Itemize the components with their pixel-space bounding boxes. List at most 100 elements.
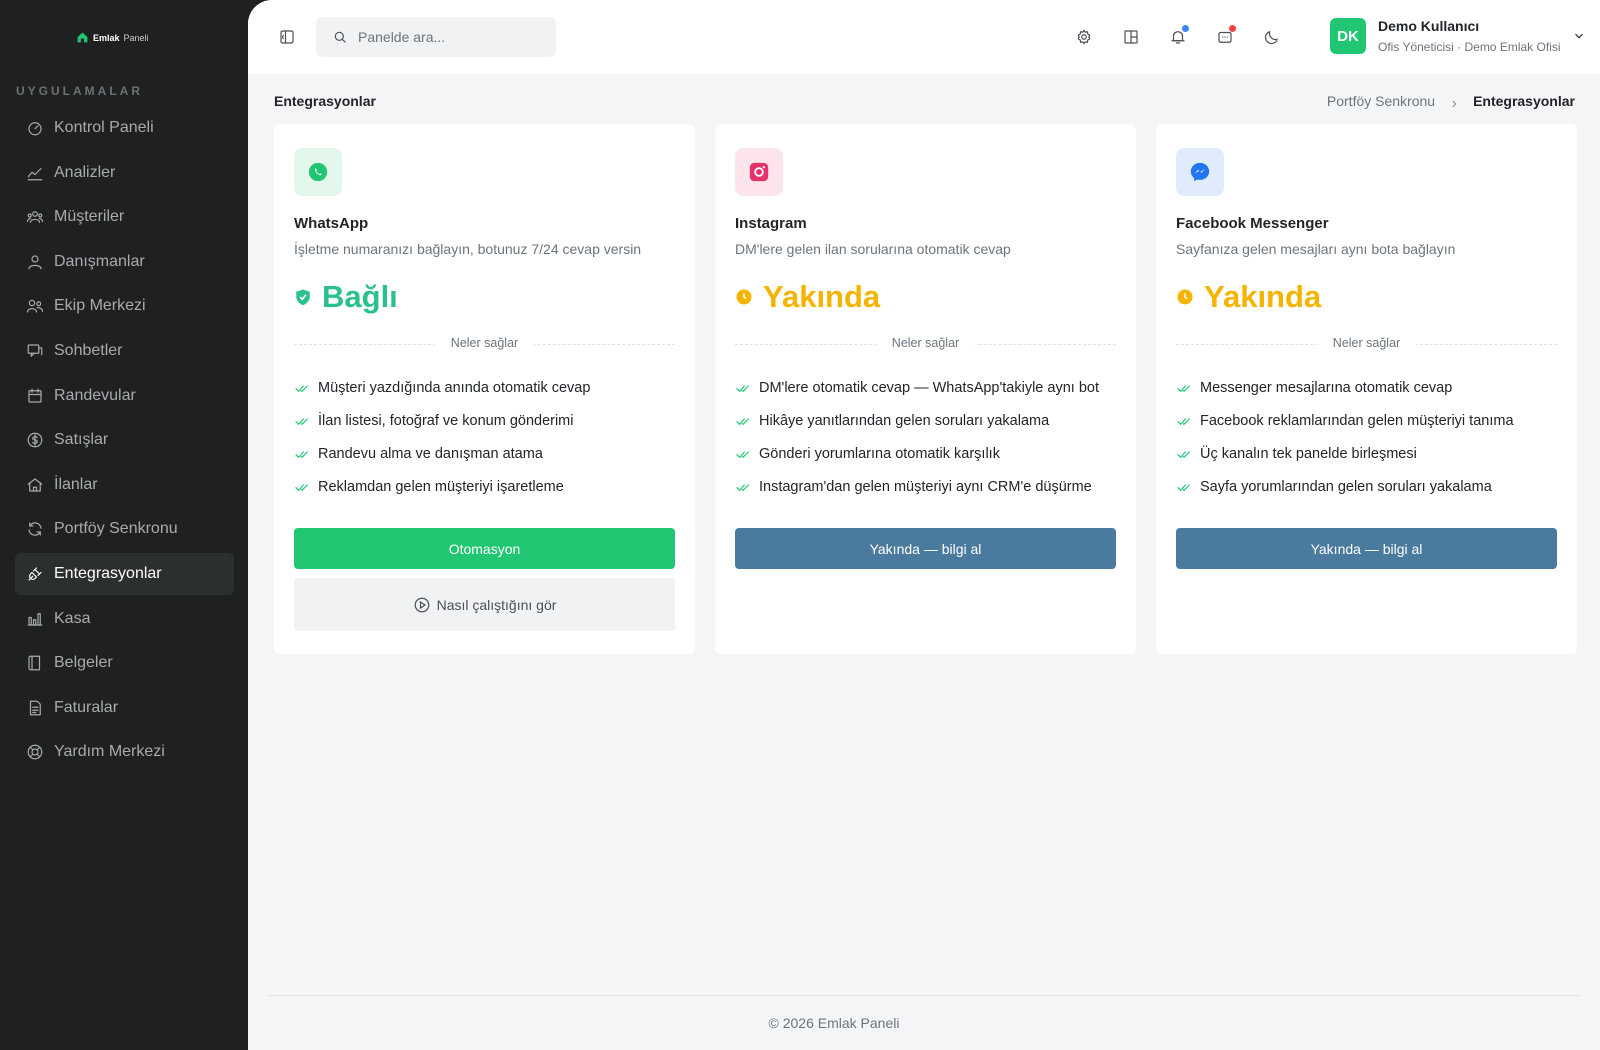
sidebar-item-ilanlar[interactable]: İlanlar [15,464,234,506]
integration-card-instagram: Instagram DM'lere gelen ilan sorularına … [715,124,1136,654]
feature-item: Sayfa yorumlarından gelen soruları yakal… [1176,479,1492,495]
sync-icon [25,519,45,539]
sidebar-item-danismanlar[interactable]: Danışmanlar [15,241,234,283]
messenger-icon [1176,148,1224,196]
card-title: Facebook Messenger [1176,215,1329,232]
check-icon [736,385,749,392]
sidebar-item-sohbetler[interactable]: Sohbetler [15,330,234,372]
avatar[interactable]: DK [1330,18,1366,54]
feature-item: İlan listesi, fotoğraf ve konum gönderim… [294,413,574,429]
feature-item: Messenger mesajlarına otomatik cevap [1176,380,1452,396]
notification-bell-icon[interactable] [1168,25,1189,47]
bar-chart-icon [25,609,45,629]
integration-card-whatsapp: WhatsApp İşletme numaranızı bağlayın, bo… [274,124,695,654]
clock-icon [735,288,753,306]
invoice-icon [25,698,45,718]
team-icon [25,296,45,316]
automation-button[interactable]: Otomasyon [294,528,675,569]
sidebar-section-title: UYGULAMALAR [16,84,143,98]
integration-card-messenger: Facebook Messenger Sayfanıza gelen mesaj… [1156,124,1577,654]
sidebar-item-ekip-merkezi[interactable]: Ekip Merkezi [15,285,234,327]
sidebar-item-faturalar[interactable]: Faturalar [15,687,234,729]
sidebar-menu: Kontrol Paneli Analizler Müşteriler Danı… [15,107,234,776]
feature-item: Müşteri yazdığında anında otomatik cevap [294,380,590,396]
sidebar-item-label: Sohbetler [54,341,123,359]
chart-line-icon [25,163,45,183]
sidebar-item-label: Kontrol Paneli [54,119,154,136]
breadcrumb-parent[interactable]: Portföy Senkronu [1327,93,1435,109]
coming-soon-button[interactable]: Yakında — bilgi al [1176,528,1557,569]
feature-item: Üç kanalın tek panelde birleşmesi [1176,446,1417,462]
breadcrumb: Portföy Senkronu Entegrasyonlar [1327,93,1575,109]
brand-sub: Paneli [123,32,149,43]
sidebar-item-kontrol-paneli[interactable]: Kontrol Paneli [15,107,234,149]
sidebar-item-portfoy-senkronu[interactable]: Portföy Senkronu [15,508,234,550]
sidebar-item-label: Entegrasyonlar [54,564,162,582]
check-icon [1177,451,1190,458]
card-title: Instagram [735,215,807,232]
sidebar-item-label: Ekip Merkezi [54,297,146,315]
status-text: Yakında [1204,279,1322,314]
user-icon [25,252,45,272]
check-icon [295,385,308,392]
page-title: Entegrasyonlar [274,93,376,109]
user-name[interactable]: Demo Kullanıcı [1378,18,1479,34]
status-badge: Yakında [735,279,880,315]
coming-soon-button[interactable]: Yakında — bilgi al [735,528,1116,569]
sidebar-item-label: Faturalar [54,698,119,716]
chevron-down-icon[interactable] [1572,29,1586,43]
divider-label: Neler sağlar [875,336,976,350]
check-icon [295,484,308,491]
sidebar-item-satislar[interactable]: Satışlar [15,419,234,461]
feature-item: Reklamdan gelen müşteriyi işaretleme [294,479,564,495]
footer-divider [268,995,1580,996]
footer-copyright: © 2026 Emlak Paneli [768,1015,900,1031]
sidebar: Emlak Paneli UYGULAMALAR Kontrol Paneli … [0,0,248,1050]
sidebar-item-belgeler[interactable]: Belgeler [15,642,234,684]
sidebar-item-yardim-merkezi[interactable]: Yardım Merkezi [15,731,234,773]
check-icon [295,418,308,425]
status-badge: Bağlı [294,279,398,315]
feature-item: Facebook reklamlarından gelen müşteriyi … [1176,413,1514,429]
chat-icon [25,341,45,361]
topbar: DK Demo Kullanıcı Ofis Yöneticisi · Demo… [248,0,1600,74]
sidebar-toggle-icon[interactable] [278,28,296,46]
play-circle-icon [414,597,429,612]
sidebar-item-label: Kasa [54,609,91,627]
home-logo-icon [77,32,88,43]
sidebar-item-label: Yardım Merkezi [54,743,165,761]
feature-item: Gönderi yorumlarına otomatik karşılık [735,446,1000,462]
sidebar-item-label: İlanlar [54,475,98,493]
messages-icon[interactable] [1215,25,1236,47]
sidebar-item-label: Randevular [54,386,136,404]
sidebar-item-randevular[interactable]: Randevular [15,375,234,417]
check-icon [736,451,749,458]
dashboard-icon [25,118,45,138]
logo[interactable]: Emlak Paneli [76,31,149,44]
calendar-icon [25,386,45,406]
sidebar-item-musteriler[interactable]: Müşteriler [15,196,234,238]
book-icon [25,653,45,673]
check-icon [1177,385,1190,392]
sidebar-item-entegrasyonlar[interactable]: Entegrasyonlar [15,552,234,595]
feature-item: DM'lere otomatik cevap — WhatsApp'takiyl… [735,380,1099,396]
settings-icon[interactable] [1074,27,1094,47]
sidebar-item-label: Müşteriler [54,208,125,226]
clock-icon [1176,288,1194,306]
search-box[interactable] [316,17,556,57]
sidebar-item-label: Analizler [54,163,116,181]
instagram-icon [735,148,783,196]
sidebar-item-analizler[interactable]: Analizler [15,152,234,194]
layout-icon[interactable] [1121,27,1141,47]
card-description: DM'lere gelen ilan sorularına otomatik c… [735,241,1011,257]
feature-item: Hikâye yanıtlarından gelen soruları yaka… [735,413,1049,429]
search-input[interactable] [358,29,538,45]
how-it-works-button[interactable]: Nasıl çalıştığını gör [294,578,675,631]
lifebuoy-icon [25,742,45,762]
home-icon [25,475,45,495]
moon-icon[interactable] [1262,27,1282,47]
sidebar-item-label: Danışmanlar [54,252,145,270]
sidebar-item-kasa[interactable]: Kasa [15,598,234,640]
check-icon [1177,418,1190,425]
check-icon [736,484,749,491]
